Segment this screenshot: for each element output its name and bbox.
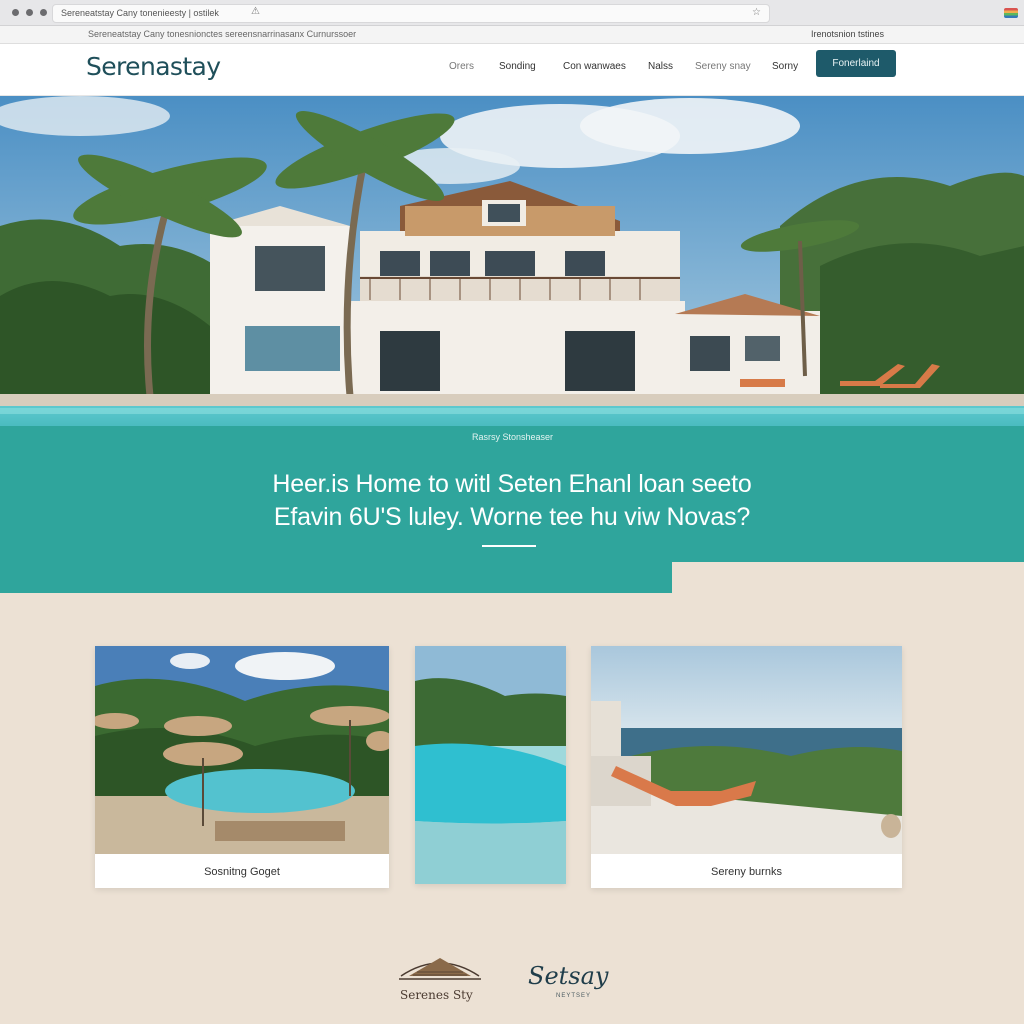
bookmark-icon[interactable]: ☆ bbox=[752, 7, 761, 18]
footer-logo-2-sub: NEYTSEY bbox=[556, 993, 592, 999]
hero-section: Rasrsy Stonsheaser Heer.is Home to witl … bbox=[0, 96, 1024, 593]
extension-icon[interactable] bbox=[1004, 8, 1018, 18]
feature-card-3[interactable]: Sereny burnks bbox=[591, 646, 902, 888]
site-header: Serenastay Orers Sonding Con wanwaes Nal… bbox=[0, 44, 1024, 96]
bookmarks-right[interactable]: Irenotsnion tstines bbox=[811, 29, 884, 39]
cta-button[interactable]: Fonerlaind bbox=[816, 50, 896, 77]
maximize-window-icon[interactable] bbox=[40, 9, 47, 16]
nav-item-1[interactable]: Orers bbox=[449, 61, 474, 72]
address-text: Sereneatstay Cany tonenieesty | ostilek bbox=[61, 8, 219, 18]
footer-logo-1[interactable]: Serenes Sty bbox=[400, 988, 473, 1002]
infinity-pool-image bbox=[415, 646, 566, 884]
ocean-terrace-image bbox=[591, 646, 902, 854]
minimize-window-icon[interactable] bbox=[26, 9, 33, 16]
pool-caption: Rasrsy Stonsheaser bbox=[472, 432, 554, 442]
nav-item-3[interactable]: Con wanwaes bbox=[563, 61, 626, 72]
nav-item-4[interactable]: Nalss bbox=[648, 61, 673, 72]
card-1-label[interactable]: Sosnitng Goget bbox=[95, 866, 389, 878]
headline-line-2: Efavin 6U'S luley. Worne tee hu viw Nova… bbox=[273, 503, 751, 531]
nav-item-2[interactable]: Sonding bbox=[499, 61, 536, 72]
window-controls bbox=[12, 9, 47, 16]
garden-pool-image bbox=[95, 646, 389, 854]
hero-divider bbox=[482, 545, 536, 547]
nav-item-5[interactable]: Sereny snay bbox=[695, 61, 751, 72]
nav-item-6[interactable]: Sorny bbox=[772, 61, 798, 72]
browser-chrome: Sereneatstay Cany tonenieesty | ostilek … bbox=[0, 0, 1024, 26]
footer-logo-2[interactable]: Setsay bbox=[528, 962, 608, 990]
feature-card-1[interactable]: Sosnitng Goget bbox=[95, 646, 389, 888]
headline-line-1: Heer.is Home to witl Seten Ehanl loan se… bbox=[272, 470, 752, 498]
close-window-icon[interactable] bbox=[12, 9, 19, 16]
feature-card-2[interactable] bbox=[415, 646, 566, 884]
card-3-label[interactable]: Sereny burnks bbox=[591, 866, 902, 878]
hero-headline: Heer.is Home to witl Seten Ehanl loan se… bbox=[0, 468, 1024, 534]
warning-icon: ⚠ bbox=[251, 6, 260, 17]
address-bar[interactable]: Sereneatstay Cany tonenieesty | ostilek … bbox=[52, 4, 770, 23]
bookmarks-left[interactable]: Sereneatstay Cany tonesnionctes sereensn… bbox=[88, 29, 356, 39]
site-logo[interactable]: Serenastay bbox=[86, 52, 221, 81]
bookmarks-bar: Sereneatstay Cany tonesnionctes sereensn… bbox=[0, 26, 1024, 44]
